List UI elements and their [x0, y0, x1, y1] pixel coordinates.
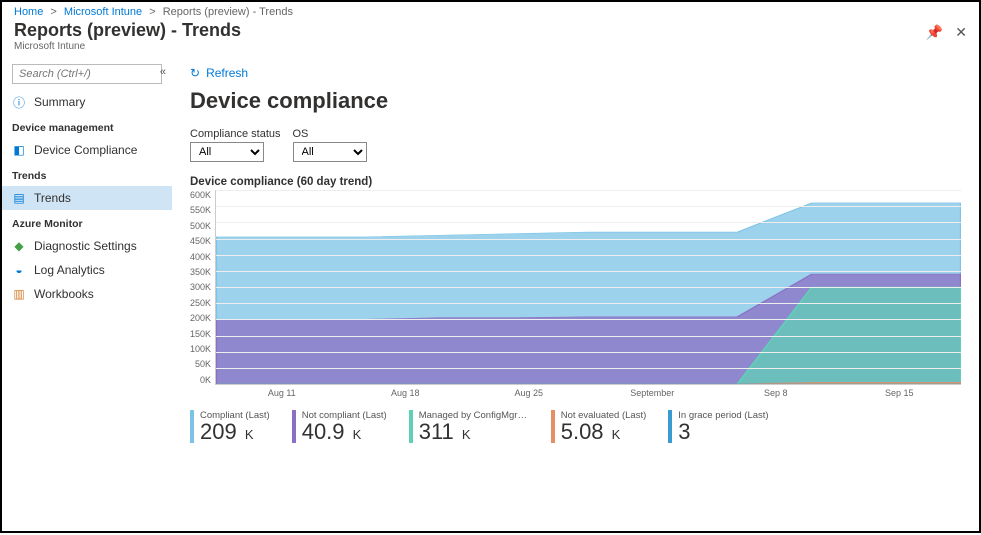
- legend-item[interactable]: Not evaluated (Last)5.08 K: [551, 410, 647, 443]
- legend-item[interactable]: Compliant (Last)209 K: [190, 410, 270, 443]
- trends-icon: ▤: [12, 191, 26, 205]
- section-trends: Trends: [2, 162, 172, 186]
- content-heading: Device compliance: [190, 88, 961, 114]
- sidebar-item-diagnostic[interactable]: ◆ Diagnostic Settings: [2, 234, 172, 258]
- breadcrumb: Home > Microsoft Intune > Reports (previ…: [2, 2, 979, 20]
- legend-value: 311 K: [419, 421, 529, 443]
- sidebar-item-device-compliance[interactable]: ◧ Device Compliance: [2, 138, 172, 162]
- breadcrumb-home[interactable]: Home: [14, 6, 43, 18]
- workbooks-icon: ▥: [12, 287, 26, 301]
- breadcrumb-intune[interactable]: Microsoft Intune: [64, 6, 142, 18]
- legend-value: 5.08 K: [561, 421, 647, 443]
- section-azure-monitor: Azure Monitor: [2, 210, 172, 234]
- legend-item[interactable]: Managed by ConfigMgr (...)311 K: [409, 410, 529, 443]
- chart-legend: Compliant (Last)209 K Not compliant (Last…: [190, 410, 961, 443]
- section-device-mgmt: Device management: [2, 114, 172, 138]
- legend-value: 3: [678, 421, 768, 443]
- compliance-icon: ◧: [12, 143, 26, 157]
- log-icon: ◒: [12, 263, 26, 277]
- filter-compliance-label: Compliance status: [190, 128, 281, 140]
- sidebar-item-label: Trends: [34, 191, 71, 205]
- sidebar: « ⓘ Summary Device management ◧ Device C…: [2, 60, 172, 535]
- refresh-button[interactable]: ↻ Refresh: [190, 66, 248, 80]
- page-title: Reports (preview) - Trends: [14, 20, 926, 41]
- legend-item[interactable]: In grace period (Last)3: [668, 410, 768, 443]
- breadcrumb-current: Reports (preview) - Trends: [163, 6, 293, 18]
- chart-plot: [215, 190, 961, 385]
- chart: 600K550K500K450K400K350K300K250K200K150K…: [190, 190, 961, 385]
- sidebar-item-trends[interactable]: ▤ Trends: [2, 186, 172, 210]
- main-content: ↻ Refresh Device compliance Compliance s…: [172, 60, 979, 535]
- chart-yaxis: 600K550K500K450K400K350K300K250K200K150K…: [190, 190, 215, 385]
- sidebar-item-label: Diagnostic Settings: [34, 239, 137, 253]
- sidebar-item-label: Device Compliance: [34, 143, 137, 157]
- collapse-icon[interactable]: «: [160, 66, 166, 78]
- filter-os-select[interactable]: All: [293, 142, 367, 162]
- search-input[interactable]: [12, 64, 162, 84]
- chart-xaxis: Aug 11Aug 18Aug 25SeptemberSep 8Sep 15: [220, 385, 961, 398]
- refresh-icon: ↻: [190, 66, 200, 80]
- filter-compliance-select[interactable]: All: [190, 142, 264, 162]
- sidebar-item-label: Workbooks: [34, 287, 94, 301]
- close-icon[interactable]: ✕: [955, 24, 967, 41]
- pin-icon[interactable]: 📌: [926, 24, 943, 41]
- legend-item[interactable]: Not compliant (Last)40.9 K: [292, 410, 387, 443]
- legend-value: 209 K: [200, 421, 270, 443]
- refresh-label: Refresh: [206, 66, 248, 80]
- legend-label: In grace period (Last): [678, 410, 768, 421]
- sidebar-item-summary[interactable]: ⓘ Summary: [2, 90, 172, 114]
- legend-value: 40.9 K: [302, 421, 387, 443]
- diagnostic-icon: ◆: [12, 239, 26, 253]
- sidebar-item-label: Summary: [34, 95, 85, 109]
- page-subtitle: Microsoft Intune: [14, 41, 926, 52]
- sidebar-item-label: Log Analytics: [34, 263, 105, 277]
- info-icon: ⓘ: [12, 95, 26, 109]
- filter-os-label: OS: [293, 128, 367, 140]
- sidebar-item-workbooks[interactable]: ▥ Workbooks: [2, 282, 172, 306]
- chart-title: Device compliance (60 day trend): [190, 176, 961, 188]
- sidebar-item-log-analytics[interactable]: ◒ Log Analytics: [2, 258, 172, 282]
